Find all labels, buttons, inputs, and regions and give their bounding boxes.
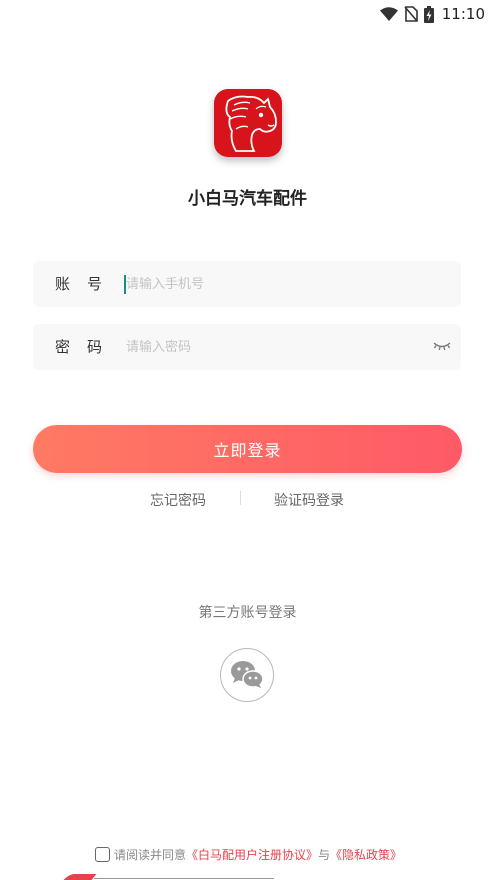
password-input[interactable] <box>124 332 426 362</box>
wechat-login-button[interactable] <box>220 648 274 702</box>
no-sim-icon <box>404 6 418 22</box>
password-field[interactable]: 密码 <box>33 324 461 370</box>
eye-closed-icon[interactable] <box>433 339 451 353</box>
agreement-row: 请阅读并同意 《白马配用户注册协议》 与 《隐私政策》 <box>95 845 402 863</box>
status-time: 11:10 <box>441 5 485 23</box>
sms-login-link[interactable]: 验证码登录 <box>274 490 344 510</box>
password-label: 密码 <box>55 338 120 356</box>
forgot-password-link[interactable]: 忘记密码 <box>150 490 206 510</box>
bottom-line-decoration <box>94 878 274 879</box>
account-field[interactable]: 账号 <box>33 261 461 307</box>
link-divider <box>240 491 241 505</box>
privacy-policy-link[interactable]: 《隐私政策》 <box>330 846 402 863</box>
wifi-icon <box>379 7 398 21</box>
agreement-checkbox[interactable] <box>95 846 110 862</box>
account-label: 账号 <box>55 275 120 293</box>
third-party-login-title: 第三方账号登录 <box>198 605 297 621</box>
horse-head-logo-icon <box>225 95 277 152</box>
battery-charging-icon <box>423 5 434 23</box>
app-logo <box>214 89 282 157</box>
wechat-icon <box>231 661 264 688</box>
agreement-prefix: 请阅读并同意 <box>114 847 187 862</box>
login-button[interactable]: 立即登录 <box>33 425 462 473</box>
account-input[interactable] <box>124 269 426 299</box>
user-agreement-link[interactable]: 《白马配用户注册协议》 <box>186 846 318 863</box>
bottom-accent-decoration <box>63 874 97 880</box>
agreement-conjunction: 与 <box>318 847 331 862</box>
status-icons: 11:10 <box>379 4 485 24</box>
app-name: 小白马汽车配件 <box>188 189 307 209</box>
status-bar: 11:10 <box>0 0 495 28</box>
